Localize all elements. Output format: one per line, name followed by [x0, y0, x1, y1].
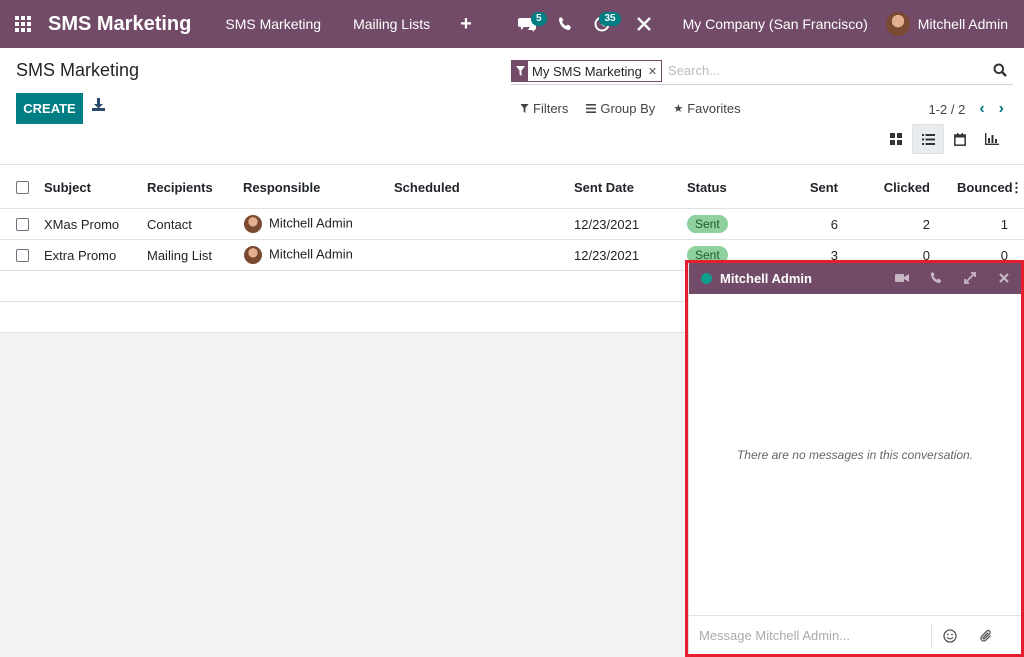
responsible-name: Mitchell Admin [269, 246, 353, 262]
header-subject[interactable]: Subject [44, 180, 91, 195]
cell-clicked: 2 [922, 217, 930, 232]
favorites-label: Favorites [687, 101, 741, 116]
voice-call-icon[interactable] [919, 262, 953, 294]
header-sent-date[interactable]: Sent Date [574, 180, 634, 195]
header-status[interactable]: Status [687, 180, 727, 195]
header-responsible[interactable]: Responsible [243, 180, 320, 195]
header-clicked[interactable]: Clicked [860, 180, 930, 195]
search-facet[interactable]: My SMS Marketing ✕ [511, 60, 663, 82]
debug-tools-icon[interactable] [621, 0, 663, 48]
cell-subject: XMas Promo [44, 217, 120, 232]
activities-badge: 35 [599, 12, 621, 26]
video-call-icon[interactable] [885, 262, 919, 294]
header-bounced[interactable]: Bounced [957, 180, 1013, 195]
online-status-icon [701, 272, 712, 284]
group-by-label: Group By [600, 101, 656, 116]
cell-sent-date: 12/23/2021 [574, 248, 640, 263]
page-title: SMS Marketing [16, 60, 140, 80]
user-avatar [885, 12, 910, 36]
star-icon: ★ [673, 103, 684, 115]
filters-label: Filters [533, 101, 569, 116]
row-checkbox[interactable] [16, 249, 29, 262]
cell-sent: 3 [830, 248, 838, 263]
messages-badge: 5 [531, 12, 547, 26]
header-recipients[interactable]: Recipients [147, 180, 213, 195]
row-checkbox[interactable] [16, 218, 29, 231]
graph-view-icon[interactable] [976, 124, 1008, 154]
favorites-button[interactable]: ★ Favorites [673, 101, 740, 116]
chat-window: Mitchell Admin There are no messages in … [689, 262, 1021, 655]
menu-sms-marketing[interactable]: SMS Marketing [209, 0, 337, 48]
create-button[interactable]: CREATE [16, 93, 83, 124]
cell-clicked: 0 [922, 248, 930, 263]
calendar-view-icon[interactable] [944, 124, 976, 154]
close-icon[interactable] [987, 262, 1021, 294]
cell-bounced: 1 [1000, 217, 1008, 232]
chat-empty-message: There are no messages in this conversati… [736, 448, 974, 462]
company-switcher[interactable]: My Company (San Francisco) [663, 16, 886, 32]
cell-recipients: Mailing List [147, 248, 213, 263]
list-header: Subject Recipients Responsible Scheduled… [0, 164, 1024, 209]
menu-mailing-lists[interactable]: Mailing Lists [337, 0, 446, 48]
status-badge: Sent [687, 215, 728, 233]
view-switcher [880, 124, 1008, 154]
cell-subject: Extra Promo [44, 248, 117, 263]
search-icon[interactable] [993, 63, 1009, 79]
cell-sent-date: 12/23/2021 [574, 217, 640, 232]
filter-funnel-icon [512, 60, 528, 82]
select-all-checkbox[interactable] [16, 181, 29, 194]
group-by-icon [586, 104, 597, 113]
header-scheduled[interactable]: Scheduled [394, 180, 460, 195]
chat-composer [689, 615, 1021, 655]
cell-status: Sent [687, 246, 728, 264]
cell-bounced: 0 [1000, 248, 1008, 263]
top-navbar: SMS Marketing SMS Marketing Mailing List… [0, 0, 1024, 48]
search-input[interactable] [668, 63, 993, 78]
filters-button[interactable]: Filters [520, 101, 568, 116]
chat-message-input[interactable] [689, 623, 932, 648]
cell-responsible: Mitchell Admin [244, 215, 353, 233]
kanban-view-icon[interactable] [880, 124, 912, 154]
cell-sent: 6 [830, 217, 838, 232]
attachment-icon[interactable] [968, 621, 1004, 651]
user-menu[interactable]: Mitchell Admin [885, 12, 1024, 36]
cell-recipients: Contact [147, 217, 192, 232]
avatar [244, 246, 262, 264]
activity-clock-icon[interactable]: 35 [583, 0, 621, 48]
group-by-button[interactable]: Group By [586, 101, 655, 116]
expand-icon[interactable] [953, 262, 987, 294]
pager-next-icon[interactable]: › [999, 100, 1004, 118]
facet-remove-icon[interactable]: ✕ [646, 65, 661, 78]
apps-menu-icon[interactable] [0, 0, 46, 48]
avatar [244, 215, 262, 233]
emoji-icon[interactable] [932, 621, 968, 651]
search-facet-value: My SMS Marketing [532, 63, 642, 79]
header-sent[interactable]: Sent [780, 180, 838, 195]
user-name: Mitchell Admin [917, 16, 1008, 32]
list-view-icon[interactable] [912, 124, 944, 154]
table-row[interactable]: XMas Promo Contact Mitchell Admin 12/23/… [0, 209, 1024, 240]
search-bar: My SMS Marketing ✕ [511, 57, 1013, 85]
app-brand[interactable]: SMS Marketing [48, 13, 191, 36]
cell-responsible: Mitchell Admin [244, 246, 353, 264]
search-options: Filters Group By ★ Favorites [520, 101, 741, 116]
chat-header[interactable]: Mitchell Admin [689, 262, 1021, 294]
pager: 1-2 / 2 ‹ › [928, 100, 1004, 118]
responsible-name: Mitchell Admin [269, 215, 353, 231]
messaging-icon[interactable]: 5 [507, 0, 547, 48]
navbar-systray: 5 35 My Company (San Francisco) Mitchell… [507, 0, 1024, 48]
pager-value[interactable]: 1-2 / 2 [928, 102, 965, 117]
pager-previous-icon[interactable]: ‹ [979, 100, 984, 118]
optional-columns-icon[interactable]: ⋮ [1010, 180, 1023, 196]
phone-icon[interactable] [547, 0, 583, 48]
filter-icon [520, 104, 529, 113]
menu-plus-icon[interactable]: + [446, 13, 486, 36]
chat-title[interactable]: Mitchell Admin [720, 271, 885, 286]
cell-status: Sent [687, 215, 728, 233]
download-icon[interactable] [92, 98, 108, 116]
